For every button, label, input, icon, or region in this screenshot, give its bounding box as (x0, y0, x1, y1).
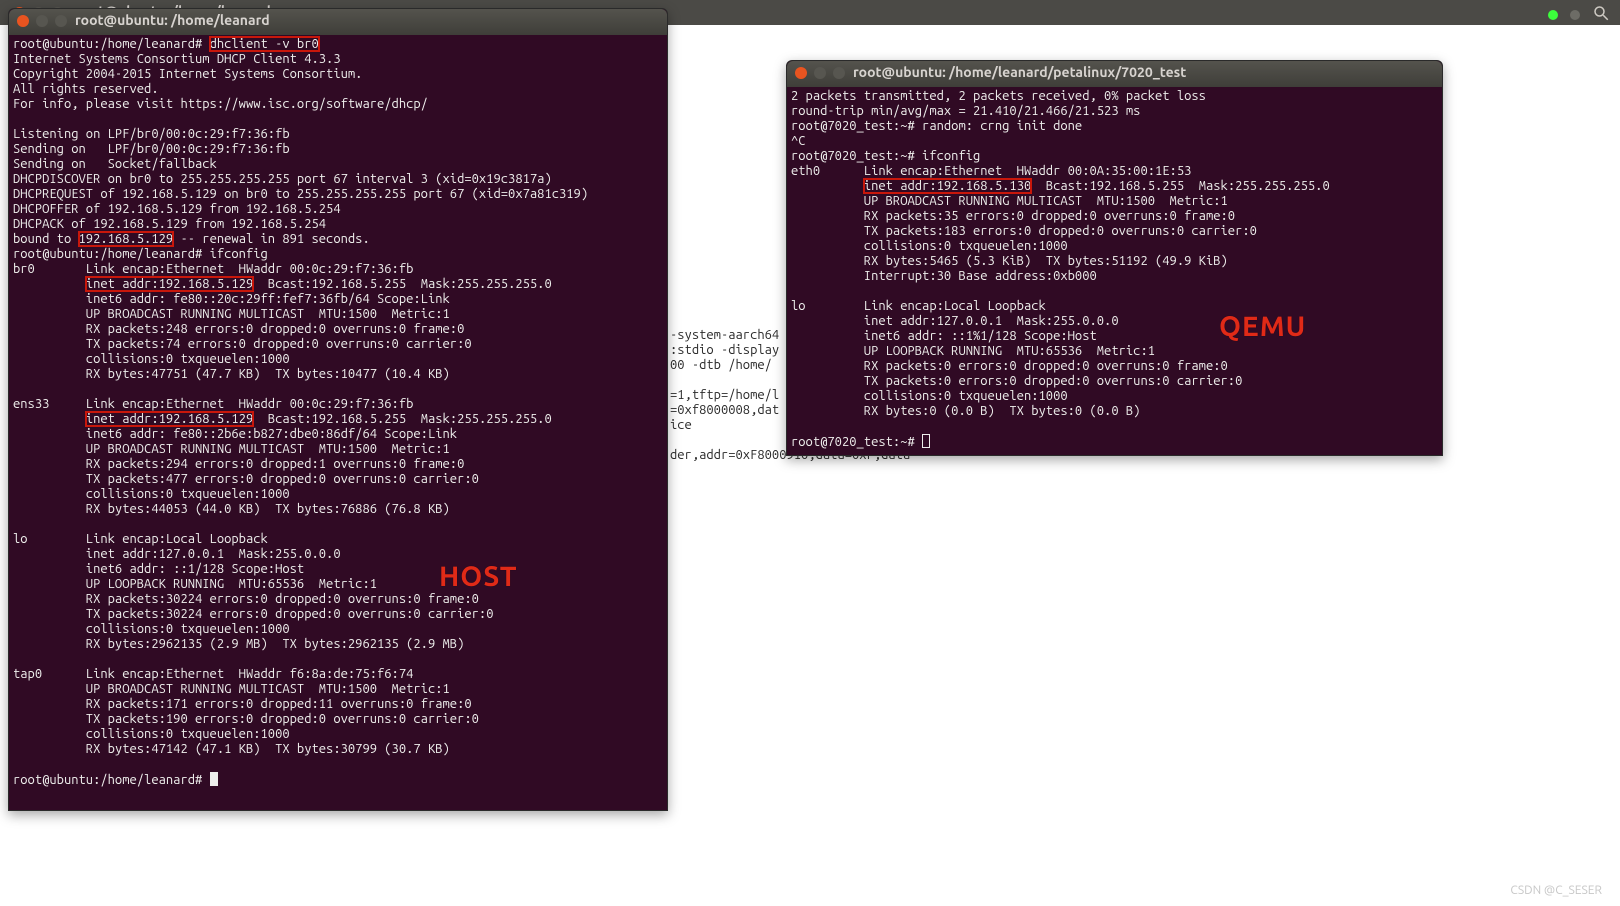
terminal-host-output[interactable]: root@ubuntu:/home/leanard# dhclient -v b… (9, 35, 667, 794)
indent (13, 412, 86, 426)
highlight-ip: 192.168.5.129 (79, 232, 174, 246)
output-block: 2 packets transmitted, 2 packets receive… (791, 89, 1206, 178)
terminal-qemu-output[interactable]: 2 packets transmitted, 2 packets receive… (787, 87, 1442, 456)
network-status-icon[interactable] (1548, 10, 1558, 20)
br0-inet-rest: Bcast:192.168.5.255 Mask:255.255.255.0 (253, 277, 551, 291)
output-block: inet6 addr: fe80::2b6e:b827:dbe0:86df/64… (13, 427, 479, 516)
command: ifconfig (210, 247, 268, 261)
indent (791, 179, 864, 193)
ens-line: ens33 Link encap:Ethernet HWaddr 00:0c:2… (13, 397, 413, 411)
output-block: lo Link encap:Local Loopback inet addr:1… (13, 532, 493, 651)
minimize-icon[interactable] (814, 67, 826, 79)
output-block: lo Link encap:Local Loopback inet addr:1… (791, 299, 1242, 418)
minimize-icon[interactable] (36, 15, 48, 27)
prompt: root@ubuntu:/home/leanard# (13, 247, 202, 261)
annotation-qemu: QEMU (1219, 319, 1306, 334)
watermark: CSDN @C_SESER (1510, 883, 1602, 898)
system-tray (1548, 4, 1610, 26)
close-icon[interactable] (17, 15, 29, 27)
output-block: UP BROADCAST RUNNING MULTICAST MTU:1500 … (791, 194, 1257, 283)
terminal-qemu-title: root@ubuntu: /home/leanard/petalinux/702… (853, 65, 1186, 80)
window-controls[interactable] (17, 15, 67, 27)
prompt: root@7020_test:~# (791, 435, 915, 449)
terminal-qemu[interactable]: root@ubuntu: /home/leanard/petalinux/702… (786, 60, 1443, 456)
terminal-host-titlebar[interactable]: root@ubuntu: /home/leanard (9, 9, 667, 35)
close-icon[interactable] (795, 67, 807, 79)
ens-inet-rest: Bcast:192.168.5.255 Mask:255.255.255.0 (253, 412, 551, 426)
highlight-ip: inet addr:192.168.5.129 (86, 277, 253, 291)
prompt: root@ubuntu:/home/leanard# (13, 773, 202, 787)
maximize-icon[interactable] (55, 15, 67, 27)
tray-placeholder-icon[interactable] (1570, 10, 1580, 20)
bound-prefix: bound to (13, 232, 79, 246)
indent (13, 277, 86, 291)
highlight-ip: inet addr:192.168.5.129 (86, 412, 253, 426)
output-block: tap0 Link encap:Ethernet HWaddr f6:8a:de… (13, 667, 479, 756)
output-block: Internet Systems Consortium DHCP Client … (13, 52, 588, 231)
maximize-icon[interactable] (833, 67, 845, 79)
br0-line: br0 Link encap:Ethernet HWaddr 00:0c:29:… (13, 262, 413, 276)
terminal-qemu-titlebar[interactable]: root@ubuntu: /home/leanard/petalinux/702… (787, 61, 1442, 87)
cursor-icon (210, 772, 218, 786)
terminal-host[interactable]: root@ubuntu: /home/leanard root@ubuntu:/… (8, 8, 668, 811)
bound-suffix: -- renewal in 891 seconds. (173, 232, 370, 246)
window-controls[interactable] (795, 67, 845, 79)
terminal-host-title: root@ubuntu: /home/leanard (75, 13, 270, 28)
search-icon[interactable] (1592, 4, 1610, 26)
output-block: inet6 addr: fe80::20c:29ff:fef7:36fb/64 … (13, 292, 472, 381)
prompt: root@ubuntu:/home/leanard# (13, 37, 202, 51)
highlight-ip: inet addr:192.168.5.130 (864, 179, 1031, 193)
cursor-icon (922, 434, 930, 448)
eth0-inet-rest: Bcast:192.168.5.255 Mask:255.255.255.0 (1031, 179, 1329, 193)
annotation-host: HOST (439, 569, 518, 584)
highlight-command: dhclient -v br0 (210, 37, 319, 51)
